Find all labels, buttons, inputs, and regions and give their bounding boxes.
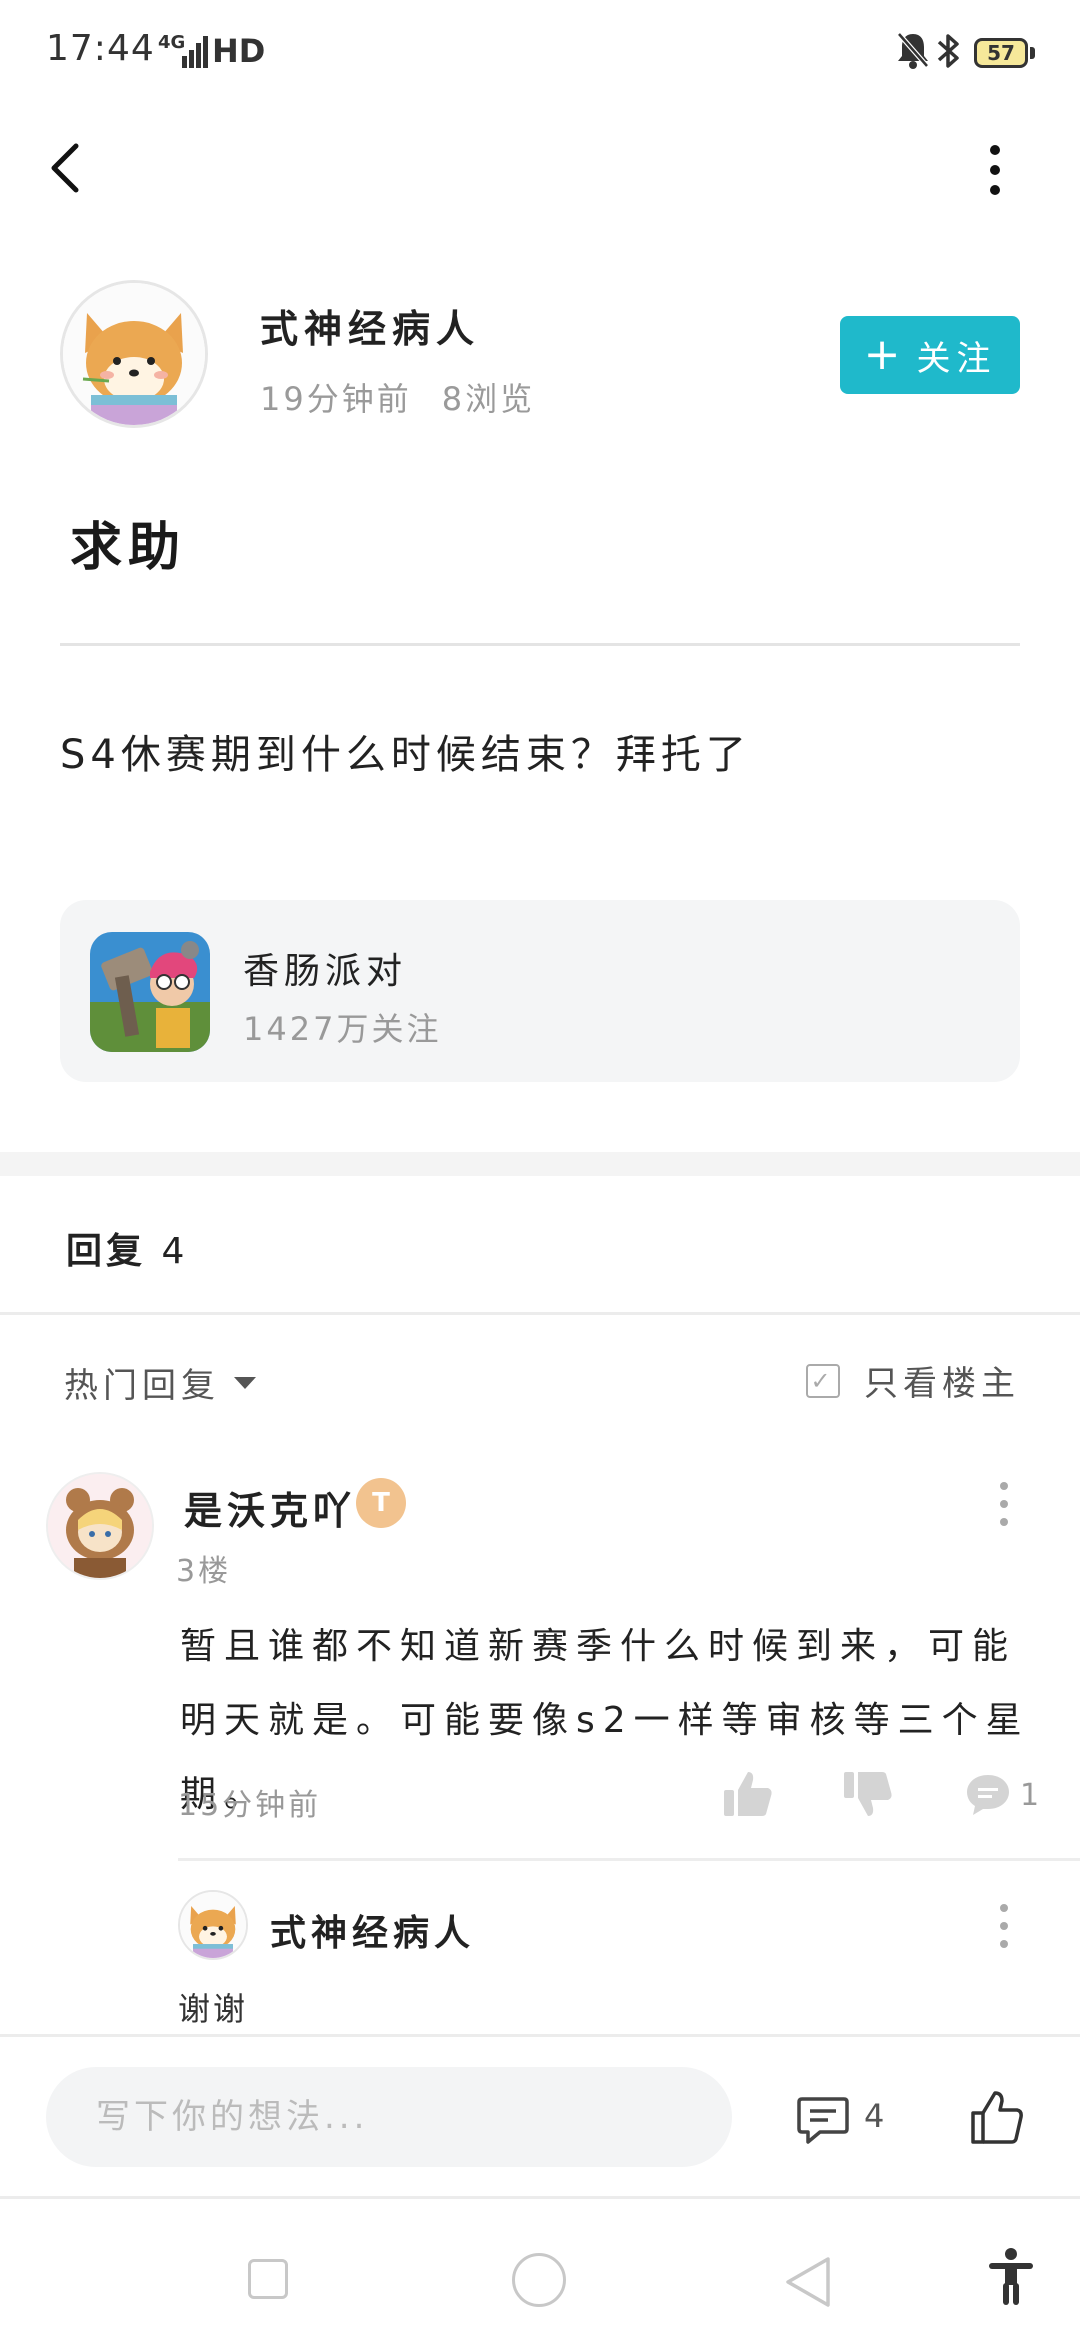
bluetooth-icon	[937, 34, 959, 68]
chevron-left-icon[interactable]	[46, 138, 86, 198]
system-nav-bar	[0, 2199, 1080, 2340]
sub-reply-body: 谢谢	[178, 1990, 249, 2028]
game-card[interactable]: 香肠派对 1427万关注	[60, 900, 1020, 1082]
sub-reply-avatar[interactable]	[178, 1890, 248, 1960]
game-followers: 1427万关注	[243, 1010, 442, 1048]
shiba-avatar-image	[63, 283, 205, 425]
reply-floor: 3楼	[176, 1554, 232, 1589]
post-body: S4休赛期到什么时候结束？拜托了	[60, 732, 751, 778]
game-name: 香肠派对	[243, 951, 408, 992]
plus-icon: +	[863, 329, 907, 380]
level-badge: T	[356, 1478, 406, 1528]
post-views: 8浏览	[441, 380, 536, 418]
post-title: 求助	[70, 518, 187, 578]
thumbs-up-icon[interactable]	[722, 1768, 774, 1820]
divider	[0, 1312, 1080, 1315]
reply-author-name[interactable]: 是沃克吖	[184, 1480, 356, 1535]
section-separator	[0, 1152, 1080, 1176]
thumbs-up-icon[interactable]	[970, 2089, 1024, 2145]
bell-off-icon	[897, 32, 929, 69]
divider	[60, 643, 1020, 646]
home-button[interactable]	[512, 2253, 566, 2307]
reply-avatar-image	[48, 1474, 152, 1578]
only-op-label: 只看楼主	[864, 1364, 1020, 1404]
follow-button[interactable]: + 关注	[840, 316, 1020, 394]
follow-label: 关注	[916, 338, 997, 379]
sort-dropdown[interactable]: 热门回复	[64, 1358, 256, 1407]
reply-avatar[interactable]	[46, 1472, 154, 1580]
replies-header: 回复 4	[66, 1222, 188, 1274]
bottom-bar: 4	[0, 2034, 1080, 2199]
comment-input[interactable]	[46, 2067, 732, 2167]
only-op-checkbox[interactable]: ✓	[806, 1363, 840, 1398]
battery-indicator: 57	[974, 38, 1028, 68]
caret-down-icon	[234, 1376, 256, 1389]
recent-apps-button[interactable]	[248, 2259, 288, 2299]
more-vertical-icon[interactable]	[992, 1480, 1016, 1528]
status-bar: 17:44 4G HD 57	[0, 0, 1080, 110]
thumbs-down-icon[interactable]	[842, 1768, 894, 1820]
author-avatar[interactable]	[60, 280, 208, 428]
divider	[178, 1858, 1080, 1861]
nav-back-icon[interactable]	[784, 2255, 832, 2309]
reply-comment-count: 1	[1020, 1778, 1040, 1813]
reply-time: 15分钟前	[178, 1788, 322, 1823]
hd-indicator: HD	[212, 32, 266, 70]
comment-icon[interactable]	[796, 2095, 850, 2147]
sort-label: 热门回复	[64, 1366, 220, 1406]
accessibility-icon[interactable]	[986, 2247, 1036, 2307]
more-vertical-icon[interactable]	[980, 140, 1010, 200]
post-meta: 19分钟前 8浏览	[260, 374, 535, 420]
status-time: 17:44	[46, 28, 155, 69]
signal-icon	[182, 36, 208, 68]
game-icon	[90, 932, 210, 1052]
comment-icon[interactable]	[964, 1772, 1012, 1818]
shiba-avatar-image	[180, 1892, 246, 1958]
more-vertical-icon[interactable]	[992, 1902, 1016, 1950]
replies-count: 4	[161, 1231, 189, 1272]
only-op-toggle[interactable]: ✓ 只看楼主	[806, 1356, 1020, 1405]
battery-tip	[1030, 47, 1035, 59]
bottom-comment-count: 4	[864, 2097, 885, 2135]
replies-label: 回复	[66, 1231, 147, 1272]
sub-reply-author-name[interactable]: 式神经病人	[270, 1904, 475, 1956]
author-name[interactable]: 式神经病人	[260, 298, 480, 353]
post-time: 19分钟前	[260, 380, 412, 418]
